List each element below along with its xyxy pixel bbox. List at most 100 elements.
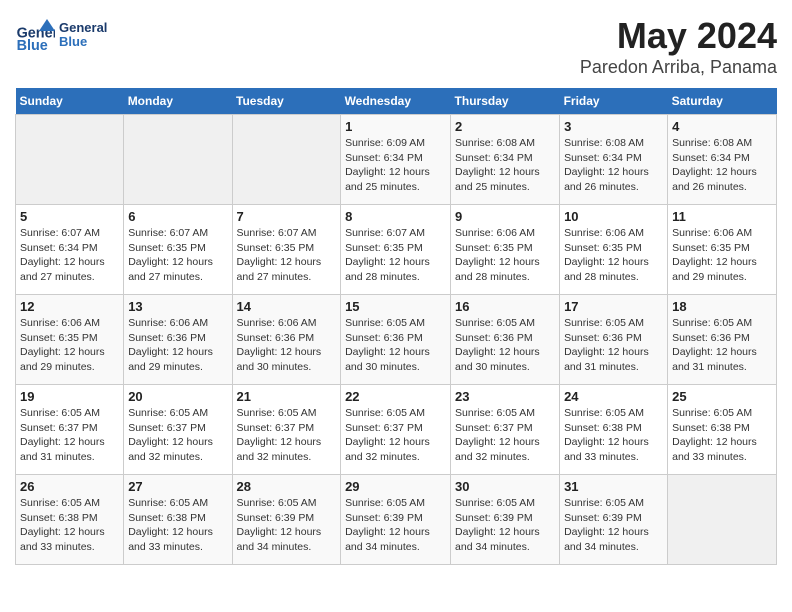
- day-number: 19: [20, 389, 119, 404]
- day-info: Sunrise: 6:05 AM Sunset: 6:39 PM Dayligh…: [237, 496, 337, 555]
- calendar-cell: 26 Sunrise: 6:05 AM Sunset: 6:38 PM Dayli…: [16, 475, 124, 565]
- calendar-cell: 5 Sunrise: 6:07 AM Sunset: 6:34 PM Daylig…: [16, 205, 124, 295]
- day-number: 26: [20, 479, 119, 494]
- calendar-cell: 25 Sunrise: 6:05 AM Sunset: 6:38 PM Dayli…: [668, 385, 777, 475]
- calendar-cell: 1Sunrise: 6:09 AM Sunset: 6:34 PM Daylig…: [341, 115, 451, 205]
- day-number: 22: [345, 389, 446, 404]
- calendar-cell: 17Sunrise: 6:05 AM Sunset: 6:36 PM Dayli…: [560, 295, 668, 385]
- day-info: Sunrise: 6:05 AM Sunset: 6:39 PM Dayligh…: [564, 496, 663, 555]
- day-number: 18: [672, 299, 772, 314]
- day-number: 31: [564, 479, 663, 494]
- calendar-cell: 30Sunrise: 6:05 AM Sunset: 6:39 PM Dayli…: [451, 475, 560, 565]
- calendar-cell: 21 Sunrise: 6:05 AM Sunset: 6:37 PM Dayli…: [232, 385, 341, 475]
- calendar-cell: 13Sunrise: 6:06 AM Sunset: 6:36 PM Dayli…: [124, 295, 232, 385]
- day-info: Sunrise: 6:06 AM Sunset: 6:35 PM Dayligh…: [20, 316, 119, 375]
- day-number: 4: [672, 119, 772, 134]
- logo-icon: General Blue: [15, 15, 55, 55]
- day-number: 10: [564, 209, 663, 224]
- day-number: 5: [20, 209, 119, 224]
- day-number: 23: [455, 389, 555, 404]
- day-info: Sunrise: 6:08 AM Sunset: 6:34 PM Dayligh…: [455, 136, 555, 195]
- calendar-cell: [16, 115, 124, 205]
- day-info: Sunrise: 6:06 AM Sunset: 6:35 PM Dayligh…: [455, 226, 555, 285]
- day-info: Sunrise: 6:05 AM Sunset: 6:36 PM Dayligh…: [672, 316, 772, 375]
- calendar-subtitle: Paredon Arriba, Panama: [580, 57, 777, 78]
- calendar-cell: 6 Sunrise: 6:07 AM Sunset: 6:35 PM Daylig…: [124, 205, 232, 295]
- day-info: Sunrise: 6:07 AM Sunset: 6:35 PM Dayligh…: [128, 226, 227, 285]
- calendar-header-row: SundayMondayTuesdayWednesdayThursdayFrid…: [16, 88, 777, 115]
- day-info: Sunrise: 6:05 AM Sunset: 6:37 PM Dayligh…: [237, 406, 337, 465]
- calendar-title: May 2024: [580, 15, 777, 57]
- day-number: 11: [672, 209, 772, 224]
- day-number: 21: [237, 389, 337, 404]
- day-number: 1: [345, 119, 446, 134]
- calendar-cell: 10 Sunrise: 6:06 AM Sunset: 6:35 PM Dayli…: [560, 205, 668, 295]
- day-header-saturday: Saturday: [668, 88, 777, 115]
- calendar-cell: 15Sunrise: 6:05 AM Sunset: 6:36 PM Dayli…: [341, 295, 451, 385]
- calendar-cell: 11 Sunrise: 6:06 AM Sunset: 6:35 PM Dayli…: [668, 205, 777, 295]
- day-info: Sunrise: 6:05 AM Sunset: 6:37 PM Dayligh…: [455, 406, 555, 465]
- calendar-cell: 14 Sunrise: 6:06 AM Sunset: 6:36 PM Dayli…: [232, 295, 341, 385]
- day-header-sunday: Sunday: [16, 88, 124, 115]
- calendar-cell: 24 Sunrise: 6:05 AM Sunset: 6:38 PM Dayli…: [560, 385, 668, 475]
- day-info: Sunrise: 6:08 AM Sunset: 6:34 PM Dayligh…: [672, 136, 772, 195]
- day-info: Sunrise: 6:08 AM Sunset: 6:34 PM Dayligh…: [564, 136, 663, 195]
- calendar-cell: 19Sunrise: 6:05 AM Sunset: 6:37 PM Dayli…: [16, 385, 124, 475]
- day-info: Sunrise: 6:06 AM Sunset: 6:35 PM Dayligh…: [672, 226, 772, 285]
- day-number: 28: [237, 479, 337, 494]
- day-info: Sunrise: 6:07 AM Sunset: 6:34 PM Dayligh…: [20, 226, 119, 285]
- calendar-cell: 2 Sunrise: 6:08 AM Sunset: 6:34 PM Daylig…: [451, 115, 560, 205]
- calendar-cell: 9 Sunrise: 6:06 AM Sunset: 6:35 PM Daylig…: [451, 205, 560, 295]
- day-info: Sunrise: 6:06 AM Sunset: 6:35 PM Dayligh…: [564, 226, 663, 285]
- day-info: Sunrise: 6:05 AM Sunset: 6:37 PM Dayligh…: [128, 406, 227, 465]
- week-row-5: 26 Sunrise: 6:05 AM Sunset: 6:38 PM Dayli…: [16, 475, 777, 565]
- calendar-cell: [232, 115, 341, 205]
- day-header-friday: Friday: [560, 88, 668, 115]
- day-number: 14: [237, 299, 337, 314]
- day-header-thursday: Thursday: [451, 88, 560, 115]
- day-number: 24: [564, 389, 663, 404]
- calendar-cell: 18 Sunrise: 6:05 AM Sunset: 6:36 PM Dayli…: [668, 295, 777, 385]
- day-info: Sunrise: 6:05 AM Sunset: 6:38 PM Dayligh…: [20, 496, 119, 555]
- day-number: 20: [128, 389, 227, 404]
- day-info: Sunrise: 6:06 AM Sunset: 6:36 PM Dayligh…: [237, 316, 337, 375]
- day-header-tuesday: Tuesday: [232, 88, 341, 115]
- day-number: 17: [564, 299, 663, 314]
- day-number: 6: [128, 209, 227, 224]
- page-header: General Blue General Blue May 2024 Pared…: [15, 15, 777, 78]
- calendar-cell: [668, 475, 777, 565]
- day-number: 9: [455, 209, 555, 224]
- calendar-cell: 20 Sunrise: 6:05 AM Sunset: 6:37 PM Dayli…: [124, 385, 232, 475]
- day-info: Sunrise: 6:05 AM Sunset: 6:38 PM Dayligh…: [672, 406, 772, 465]
- day-number: 25: [672, 389, 772, 404]
- calendar-cell: 28 Sunrise: 6:05 AM Sunset: 6:39 PM Dayli…: [232, 475, 341, 565]
- calendar-cell: 7 Sunrise: 6:07 AM Sunset: 6:35 PM Daylig…: [232, 205, 341, 295]
- day-info: Sunrise: 6:05 AM Sunset: 6:36 PM Dayligh…: [345, 316, 446, 375]
- day-info: Sunrise: 6:07 AM Sunset: 6:35 PM Dayligh…: [237, 226, 337, 285]
- day-header-monday: Monday: [124, 88, 232, 115]
- logo-text-general: General: [59, 20, 107, 35]
- day-number: 29: [345, 479, 446, 494]
- calendar-cell: 16 Sunrise: 6:05 AM Sunset: 6:36 PM Dayli…: [451, 295, 560, 385]
- day-number: 12: [20, 299, 119, 314]
- day-info: Sunrise: 6:05 AM Sunset: 6:37 PM Dayligh…: [345, 406, 446, 465]
- day-info: Sunrise: 6:05 AM Sunset: 6:39 PM Dayligh…: [345, 496, 446, 555]
- day-number: 2: [455, 119, 555, 134]
- day-number: 7: [237, 209, 337, 224]
- week-row-3: 12 Sunrise: 6:06 AM Sunset: 6:35 PM Dayli…: [16, 295, 777, 385]
- calendar-cell: 12 Sunrise: 6:06 AM Sunset: 6:35 PM Dayli…: [16, 295, 124, 385]
- day-number: 13: [128, 299, 227, 314]
- calendar-cell: 22 Sunrise: 6:05 AM Sunset: 6:37 PM Dayli…: [341, 385, 451, 475]
- day-number: 16: [455, 299, 555, 314]
- day-info: Sunrise: 6:05 AM Sunset: 6:38 PM Dayligh…: [128, 496, 227, 555]
- calendar-cell: 4 Sunrise: 6:08 AM Sunset: 6:34 PM Daylig…: [668, 115, 777, 205]
- logo: General Blue General Blue: [15, 15, 107, 55]
- day-info: Sunrise: 6:07 AM Sunset: 6:35 PM Dayligh…: [345, 226, 446, 285]
- week-row-4: 19 Sunrise: 6:05 AM Sunset: 6:37 PM Dayli…: [16, 385, 777, 475]
- day-info: Sunrise: 6:05 AM Sunset: 6:38 PM Dayligh…: [564, 406, 663, 465]
- calendar-cell: [124, 115, 232, 205]
- day-info: Sunrise: 6:05 AM Sunset: 6:36 PM Dayligh…: [455, 316, 555, 375]
- calendar-table: SundayMondayTuesdayWednesdayThursdayFrid…: [15, 88, 777, 565]
- day-number: 27: [128, 479, 227, 494]
- calendar-cell: 31 Sunrise: 6:05 AM Sunset: 6:39 PM Dayli…: [560, 475, 668, 565]
